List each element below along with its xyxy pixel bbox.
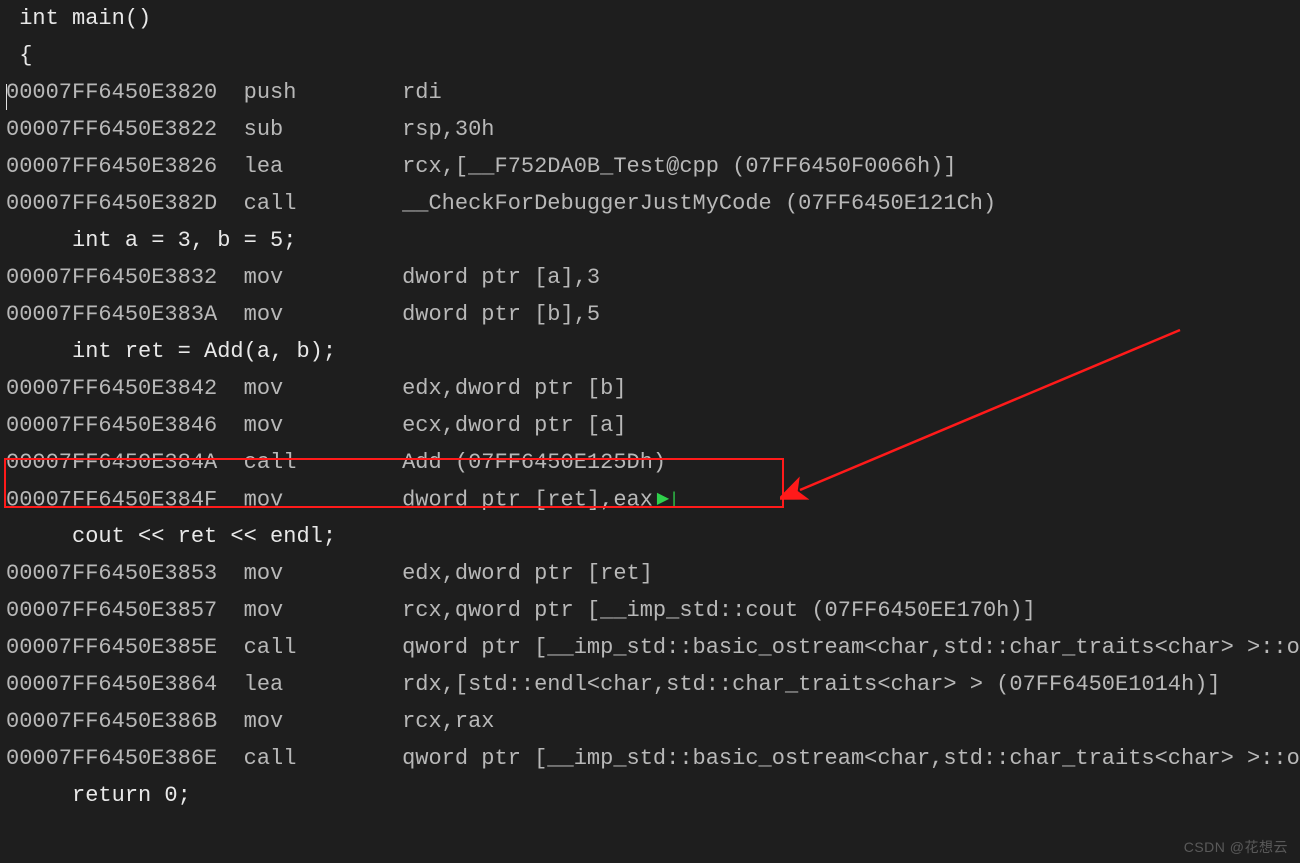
asm-line-highlighted: 00007FF6450E384A call Add (07FF6450E125D… [0, 444, 1300, 481]
asm-line: 00007FF6450E385E call qword ptr [__imp_s… [0, 629, 1300, 666]
asm-line: 00007FF6450E386B mov rcx,rax [0, 703, 1300, 740]
text-cursor [6, 84, 7, 110]
asm-line: 00007FF6450E382D call __CheckForDebugger… [0, 185, 1300, 222]
asm-line-current: 00007FF6450E384F mov dword ptr [ret],eax… [0, 481, 1300, 518]
asm-line: 00007FF6450E3842 mov edx,dword ptr [b] [0, 370, 1300, 407]
source-line: cout << ret << endl; [0, 518, 1300, 555]
source-line: int a = 3, b = 5; [0, 222, 1300, 259]
asm-line: 00007FF6450E3846 mov ecx,dword ptr [a] [0, 407, 1300, 444]
watermark-text: CSDN @花想云 [1184, 837, 1288, 857]
disassembly-view[interactable]: int main() { 00007FF6450E3820 push rdi 0… [0, 0, 1300, 863]
source-line: int main() [0, 0, 1300, 37]
asm-line: 00007FF6450E3820 push rdi [0, 74, 1300, 111]
asm-line: 00007FF6450E3826 lea rcx,[__F752DA0B_Tes… [0, 148, 1300, 185]
asm-line: 00007FF6450E3857 mov rcx,qword ptr [__im… [0, 592, 1300, 629]
source-line: { [0, 37, 1300, 74]
execution-pointer-icon: ▶| [657, 481, 679, 518]
asm-line: 00007FF6450E3822 sub rsp,30h [0, 111, 1300, 148]
asm-line: 00007FF6450E3864 lea rdx,[std::endl<char… [0, 666, 1300, 703]
asm-line: 00007FF6450E3853 mov edx,dword ptr [ret] [0, 555, 1300, 592]
asm-line: 00007FF6450E386E call qword ptr [__imp_s… [0, 740, 1300, 777]
source-line: return 0; [0, 777, 1300, 814]
source-line: int ret = Add(a, b); [0, 333, 1300, 370]
asm-line: 00007FF6450E3832 mov dword ptr [a],3 [0, 259, 1300, 296]
asm-line: 00007FF6450E383A mov dword ptr [b],5 [0, 296, 1300, 333]
